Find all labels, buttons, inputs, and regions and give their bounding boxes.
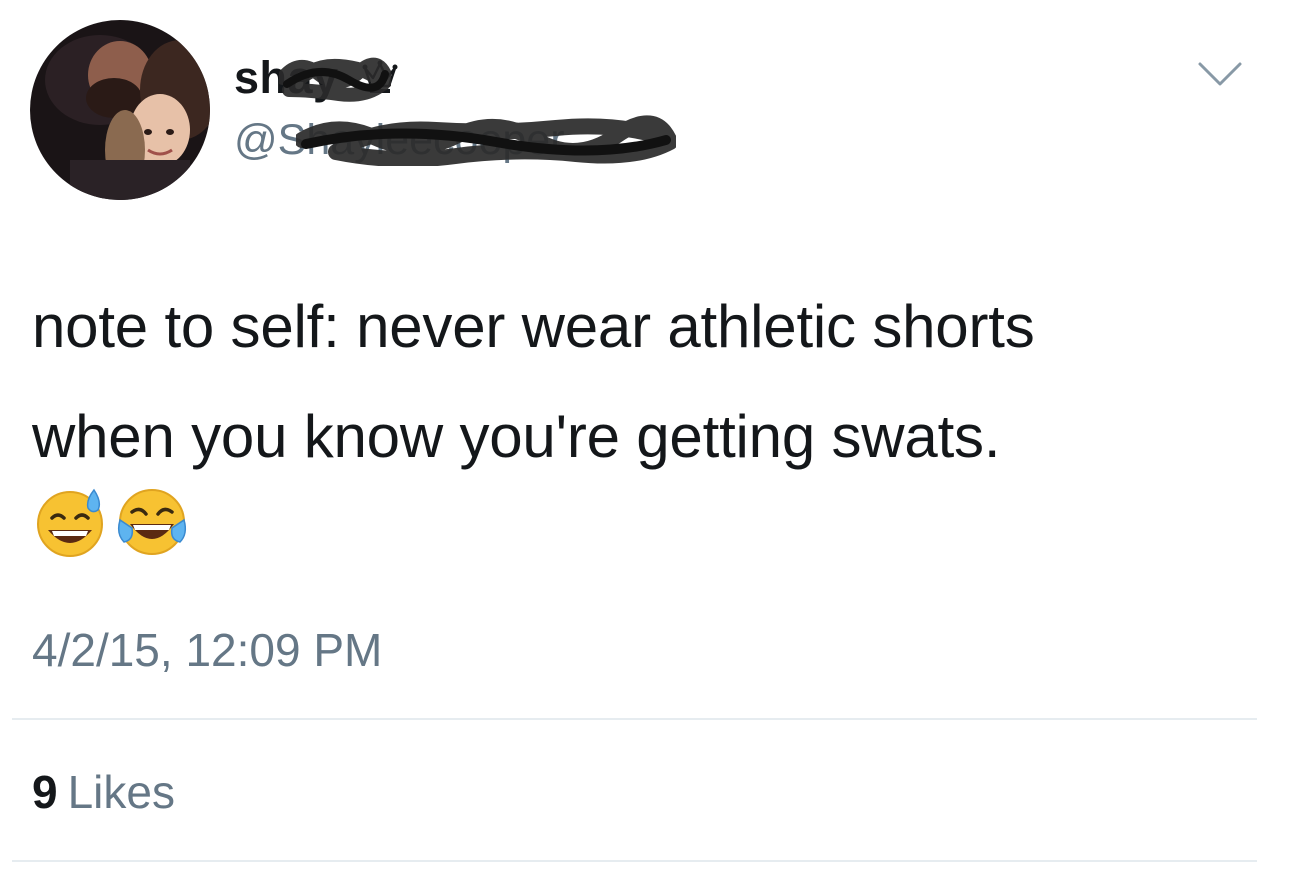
- redaction-scribble: [279, 57, 391, 102]
- emoji-row: [32, 484, 190, 564]
- divider: [12, 860, 1257, 862]
- divider: [12, 718, 1257, 720]
- tweet-text: note to self: never wear athletic shorts…: [32, 293, 1035, 470]
- tears-of-joy-emoji-icon: [117, 489, 187, 555]
- timestamp[interactable]: 4/2/15, 12:09 PM: [32, 620, 382, 680]
- avatar[interactable]: [30, 20, 210, 200]
- chevron-down-icon[interactable]: [1196, 58, 1244, 90]
- tweet-card: shay @Shayleecooper note to self: never …: [0, 0, 1314, 892]
- avatar-photo: [30, 20, 210, 200]
- display-name-row: shay: [234, 52, 399, 104]
- sweat-smile-emoji-icon: [37, 488, 103, 557]
- handle-wrapper: @Shayleecooper: [234, 114, 676, 166]
- likes-count: 9: [32, 766, 58, 818]
- likes-link[interactable]: 9 Likes: [32, 762, 175, 822]
- likes-label: Likes: [67, 766, 175, 818]
- redaction-scribble: [296, 115, 676, 166]
